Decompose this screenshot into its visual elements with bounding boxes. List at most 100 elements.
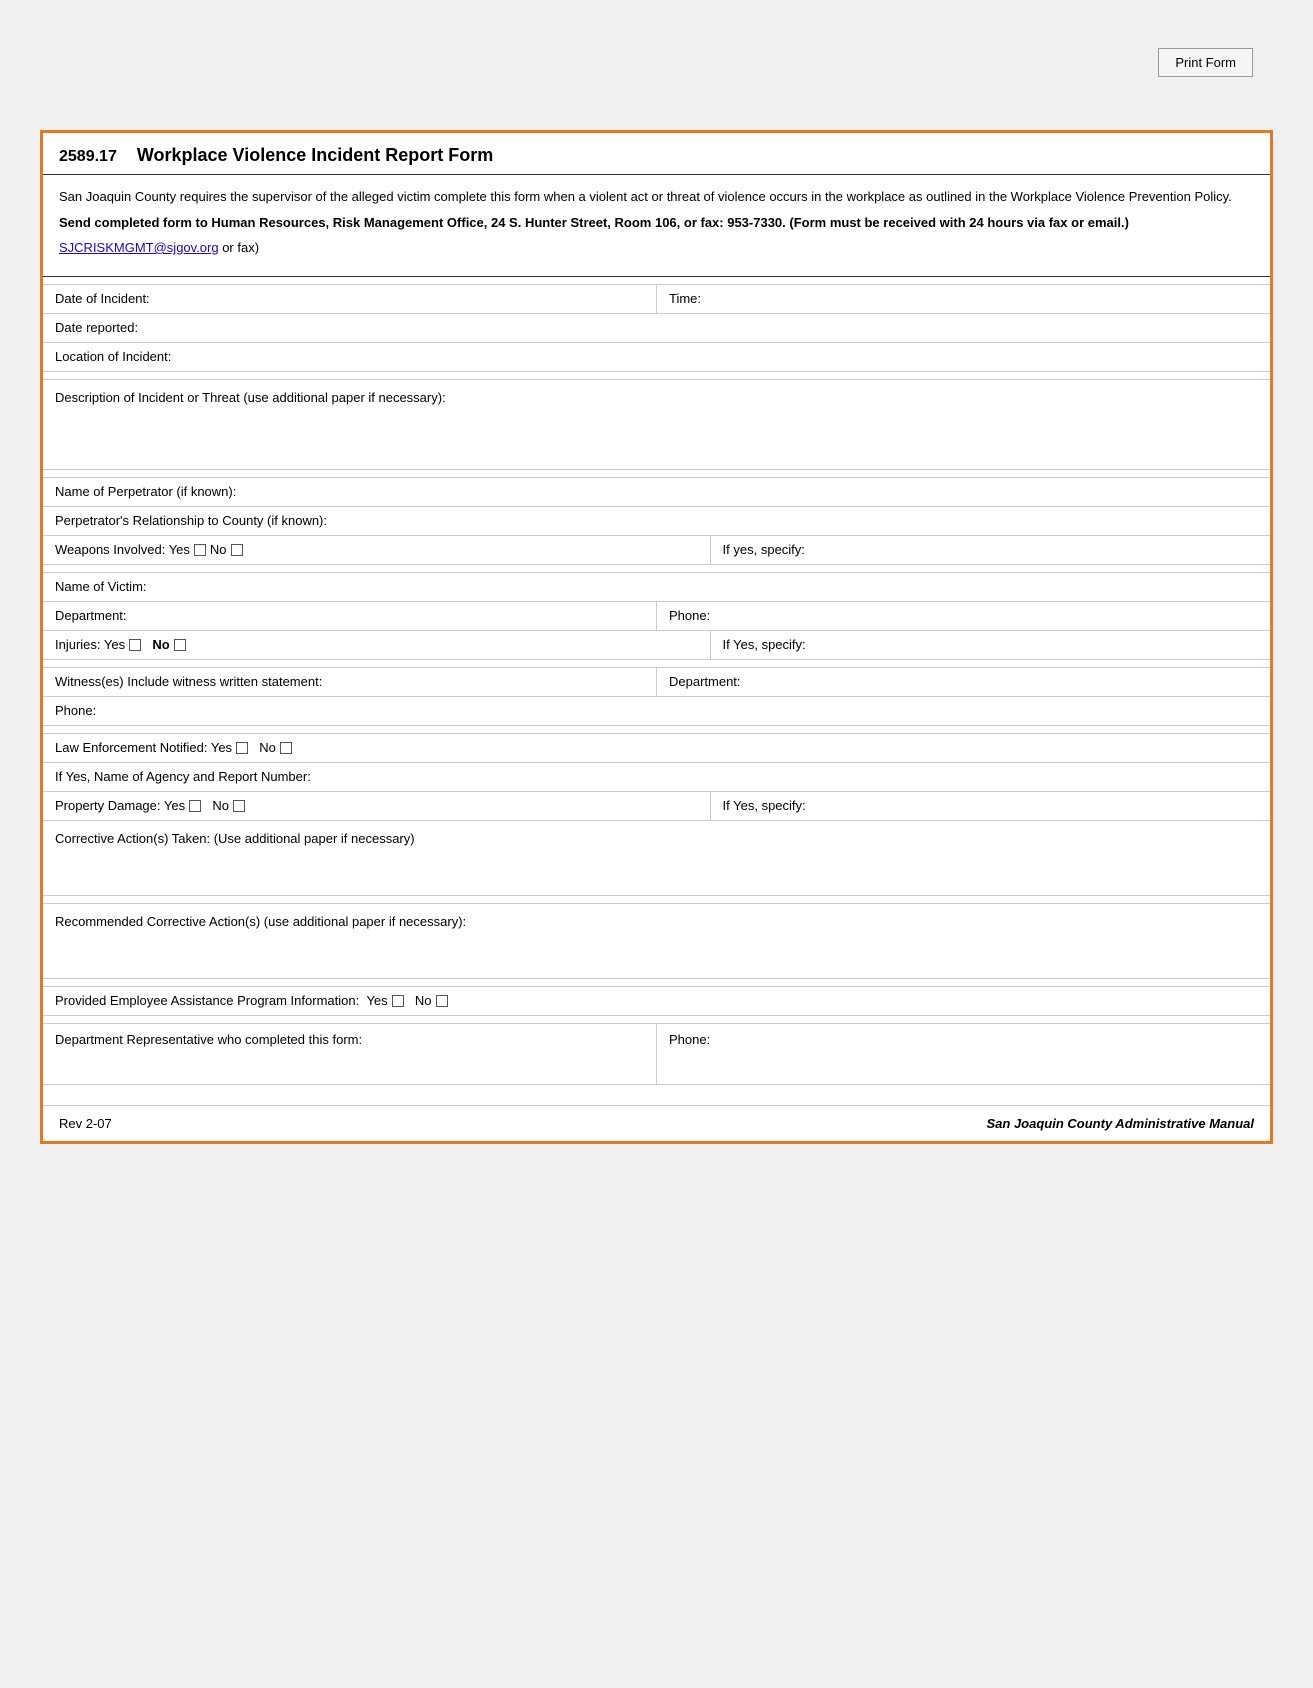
description-label: Description of Incident or Threat (use a… (55, 390, 446, 405)
form-title-row: 2589.17 Workplace Violence Incident Repo… (43, 133, 1270, 175)
date-reported-row: Date reported: (43, 314, 1270, 343)
weapons-row: Weapons Involved: Yes No If yes, specify… (43, 536, 1270, 565)
intro-email-line: SJCRISKMGMT@sjgov.org or fax) (59, 238, 1254, 258)
weapons-cell: Weapons Involved: Yes No (43, 536, 711, 564)
corrective-action-label: Corrective Action(s) Taken: (Use additio… (55, 831, 415, 846)
witness-row: Witness(es) Include witness written stat… (43, 668, 1270, 697)
intro-paragraph: San Joaquin County requires the supervis… (59, 187, 1254, 207)
perpetrator-relationship-row: Perpetrator's Relationship to County (if… (43, 507, 1270, 536)
law-enforcement-label: Law Enforcement Notified: Yes (55, 740, 232, 755)
property-damage-no-label: No (205, 798, 229, 813)
spacer-5 (43, 660, 1270, 668)
law-enforcement-row: Law Enforcement Notified: Yes No (43, 734, 1270, 763)
employee-assistance-no: No (415, 993, 432, 1008)
witness-phone-cell: Phone: (43, 697, 1270, 725)
weapons-label: Weapons Involved: Yes (55, 542, 190, 557)
weapons-yes-checkbox[interactable] (194, 544, 206, 556)
injuries-specify-label: If Yes, specify: (723, 637, 806, 652)
location-label: Location of Incident: (55, 349, 171, 364)
dept-rep-row: Department Representative who completed … (43, 1024, 1270, 1085)
perpetrator-name-cell: Name of Perpetrator (if known): (43, 478, 1270, 506)
weapons-yes-box[interactable] (194, 544, 206, 556)
spacer-2 (43, 372, 1270, 380)
description-area: Description of Incident or Threat (use a… (43, 380, 1270, 470)
spacer-6 (43, 726, 1270, 734)
location-row: Location of Incident: (43, 343, 1270, 372)
intro-section: San Joaquin County requires the supervis… (43, 175, 1270, 277)
property-specify-label: If Yes, specify: (723, 798, 806, 813)
department-label: Department: (55, 608, 127, 623)
page-wrapper: Print Form 2589.17 Workplace Violence In… (0, 0, 1313, 1688)
injuries-no-checkbox[interactable] (174, 639, 186, 651)
department-cell: Department: (43, 602, 657, 630)
form-title: Workplace Violence Incident Report Form (137, 145, 493, 166)
corrective-action-area: Corrective Action(s) Taken: (Use additio… (43, 821, 1270, 896)
intro-bold-line: Send completed form to Human Resources, … (59, 213, 1254, 233)
law-enforcement-cell: Law Enforcement Notified: Yes No (43, 734, 1270, 762)
property-no-box[interactable] (233, 800, 245, 812)
time-label: Time: (669, 291, 701, 306)
property-specify-cell: If Yes, specify: (711, 792, 1270, 820)
perpetrator-relationship-cell: Perpetrator's Relationship to County (if… (43, 507, 1270, 535)
spacer-7 (43, 896, 1270, 904)
date-time-row: Date of Incident: Time: (43, 285, 1270, 314)
date-reported-label: Date reported: (55, 320, 138, 335)
witness-dept-cell: Department: (657, 668, 1270, 696)
agency-report-row: If Yes, Name of Agency and Report Number… (43, 763, 1270, 792)
victim-name-label: Name of Victim: (55, 579, 147, 594)
footer-revision: Rev 2-07 (59, 1116, 112, 1131)
perpetrator-name-label: Name of Perpetrator (if known): (55, 484, 236, 499)
property-damage-row: Property Damage: Yes No If Yes, specify: (43, 792, 1270, 821)
dept-rep-cell: Department Representative who completed … (43, 1024, 657, 1084)
eap-yes-checkbox[interactable] (392, 995, 404, 1007)
property-yes-box[interactable] (189, 800, 201, 812)
injuries-no-label: No (145, 637, 170, 652)
weapons-no-checkbox[interactable] (231, 544, 243, 556)
dept-rep-phone-label: Phone: (669, 1032, 710, 1047)
property-yes-checkbox[interactable] (189, 800, 201, 812)
eap-no-checkbox[interactable] (436, 995, 448, 1007)
date-reported-cell: Date reported: (43, 314, 1270, 342)
recommended-corrective-area: Recommended Corrective Action(s) (use ad… (43, 904, 1270, 979)
dept-rep-label: Department Representative who completed … (55, 1032, 362, 1047)
spacer-1 (43, 277, 1270, 285)
injuries-specify-cell: If Yes, specify: (711, 631, 1270, 659)
law-enforcement-no-label: No (252, 740, 276, 755)
injuries-label: Injuries: Yes (55, 637, 125, 652)
witness-phone-row: Phone: (43, 697, 1270, 726)
law-no-box[interactable] (280, 742, 292, 754)
witness-phone-label: Phone: (55, 703, 96, 718)
print-form-button[interactable]: Print Form (1158, 48, 1253, 77)
weapons-no-box[interactable] (231, 544, 243, 556)
law-no-checkbox[interactable] (280, 742, 292, 754)
employee-assistance-yes: Yes (366, 993, 387, 1008)
witness-label: Witness(es) Include witness written stat… (55, 674, 322, 689)
footer-manual: San Joaquin County Administrative Manual (987, 1116, 1255, 1131)
location-cell: Location of Incident: (43, 343, 1270, 371)
email-link[interactable]: SJCRISKMGMT@sjgov.org (59, 240, 219, 255)
injuries-no-box[interactable] (174, 639, 186, 651)
agency-report-label: If Yes, Name of Agency and Report Number… (55, 769, 311, 784)
spacer-9 (43, 1016, 1270, 1024)
injuries-yes-box[interactable] (129, 639, 141, 651)
weapons-specify-cell: If yes, specify: (711, 536, 1270, 564)
dept-phone-row: Department: Phone: (43, 602, 1270, 631)
victim-name-row: Name of Victim: (43, 573, 1270, 602)
property-no-checkbox[interactable] (233, 800, 245, 812)
weapons-specify-label: If yes, specify: (723, 542, 805, 557)
eap-no-box[interactable] (436, 995, 448, 1007)
injuries-yes-checkbox[interactable] (129, 639, 141, 651)
injuries-row: Injuries: Yes No If Yes, specify: (43, 631, 1270, 660)
dept-rep-phone-cell: Phone: (657, 1024, 1270, 1084)
spacer-8 (43, 979, 1270, 987)
date-of-incident-label: Date of Incident: (55, 291, 150, 306)
eap-yes-box[interactable] (392, 995, 404, 1007)
law-yes-box[interactable] (236, 742, 248, 754)
law-yes-checkbox[interactable] (236, 742, 248, 754)
footer-row: Rev 2-07 San Joaquin County Administrati… (43, 1105, 1270, 1141)
property-damage-label: Property Damage: Yes (55, 798, 185, 813)
witness-dept-label: Department: (669, 674, 741, 689)
phone-cell: Phone: (657, 602, 1270, 630)
weapons-no-label: No (210, 542, 227, 557)
spacer-4 (43, 565, 1270, 573)
